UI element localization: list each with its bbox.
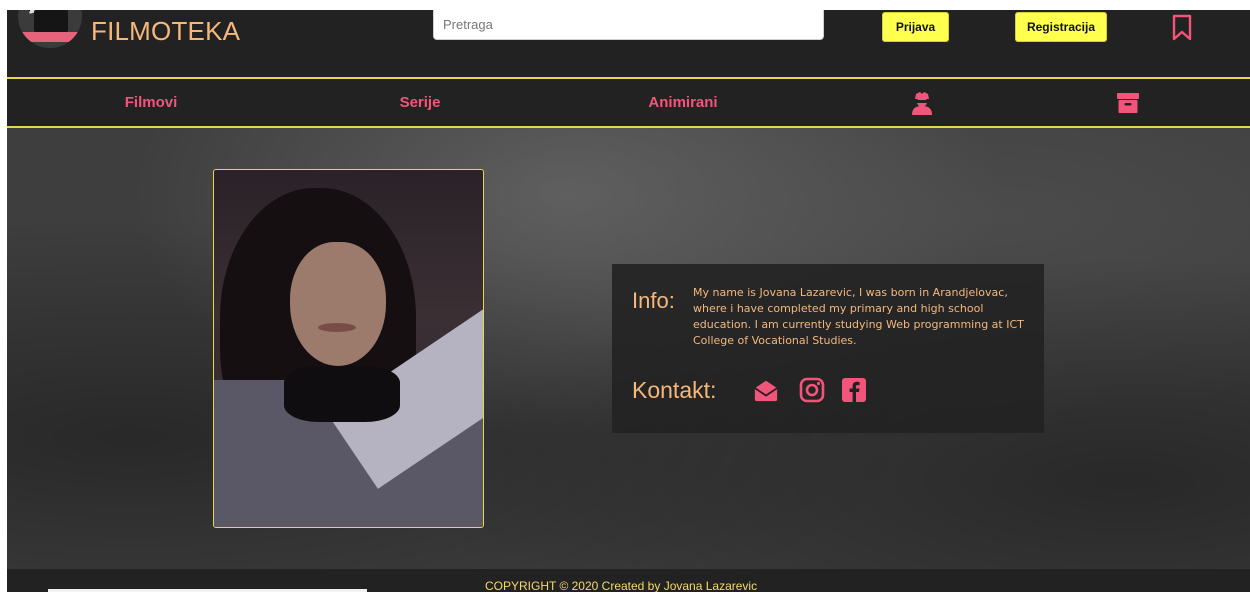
info-label: Info: bbox=[632, 288, 675, 313]
profile-photo bbox=[213, 169, 484, 528]
bookmark-icon[interactable] bbox=[1171, 14, 1193, 42]
nav-item-serije[interactable]: Serije bbox=[385, 79, 455, 126]
archive-icon bbox=[1117, 92, 1139, 113]
contact-label: Kontakt: bbox=[632, 377, 717, 403]
envelope-open-icon[interactable] bbox=[753, 377, 779, 403]
instagram-icon[interactable] bbox=[799, 377, 825, 403]
info-text: My name is Jovana Lazarevic, I was born … bbox=[693, 286, 1024, 347]
main-navigation: Filmovi Serije Animirani bbox=[7, 79, 1250, 128]
page-frame: FILMOTEKA Prijava Registracija Filmovi S… bbox=[7, 10, 1250, 592]
search-input[interactable] bbox=[433, 10, 824, 40]
nav-item-archive[interactable] bbox=[1113, 79, 1143, 126]
facebook-icon[interactable] bbox=[841, 377, 867, 403]
site-footer: COPYRIGHT © 2020 Created by Jovana Lazar… bbox=[7, 569, 1250, 592]
info-box: Info: My name is Jovana Lazarevic, I was… bbox=[612, 264, 1044, 433]
main-content: Info: My name is Jovana Lazarevic, I was… bbox=[7, 128, 1250, 569]
film-clapperboard-icon bbox=[34, 10, 68, 32]
brand-name[interactable]: FILMOTEKA bbox=[91, 16, 240, 47]
logo[interactable] bbox=[18, 10, 82, 48]
copyright-text: COPYRIGHT © 2020 Created by Jovana Lazar… bbox=[485, 579, 758, 592]
nav-item-animirani[interactable]: Animirani bbox=[633, 79, 733, 126]
user-secret-icon bbox=[912, 91, 932, 115]
register-button[interactable]: Registracija bbox=[1015, 12, 1107, 42]
nav-item-filmovi[interactable]: Filmovi bbox=[111, 79, 191, 126]
site-header: FILMOTEKA Prijava Registracija bbox=[7, 10, 1250, 79]
login-button[interactable]: Prijava bbox=[882, 12, 949, 42]
nav-item-author[interactable] bbox=[907, 79, 937, 126]
logo-base bbox=[20, 32, 80, 42]
